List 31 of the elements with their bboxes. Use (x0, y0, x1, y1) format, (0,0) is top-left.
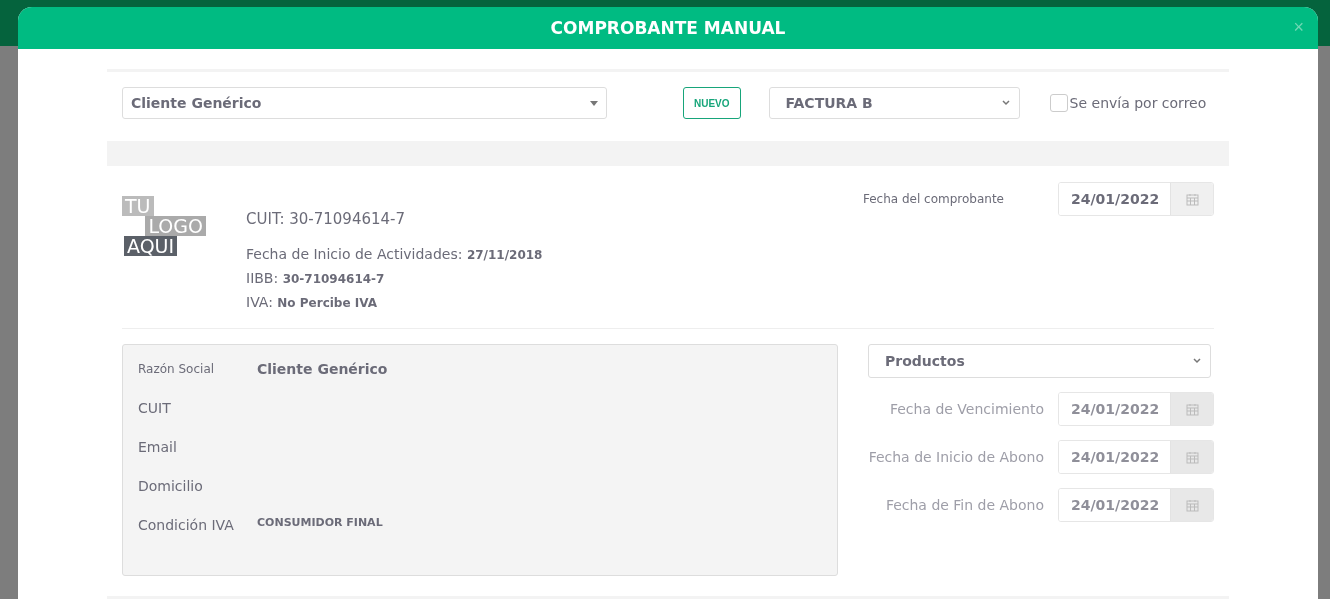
issuer-info: CUIT: 30-71094614-7 (246, 210, 407, 228)
calendar-icon (1185, 402, 1199, 416)
issuer-info: IIBB: 30-71094614-7 (246, 270, 386, 286)
date-label: Fecha de Fin de Abono (885, 497, 1044, 513)
checkbox-label: Se envía por correo (1069, 95, 1207, 111)
date-field[interactable]: 24/01/2022 (1058, 182, 1214, 216)
date-label: Fecha de Vencimiento (889, 401, 1044, 417)
chevron-icon (1192, 356, 1202, 366)
caret-icon (590, 100, 598, 106)
modal-title: COMPROBANTE MANUAL (550, 18, 786, 38)
client-label: Domicilio (138, 477, 204, 496)
client-label: Email (138, 438, 178, 457)
client-label: Razón Social (138, 361, 216, 378)
date-label: Fecha del comprobante (862, 192, 1004, 206)
voucher-type-select[interactable]: FACTURA B (768, 87, 1020, 119)
checkbox[interactable] (1049, 94, 1068, 112)
date-label: Fecha de Inicio de Abono (868, 449, 1044, 465)
client-select[interactable]: Cliente Genérico (122, 87, 607, 119)
client-label: CUIT (138, 399, 172, 418)
client-label: Condición IVA (138, 516, 235, 535)
calendar-icon (1185, 498, 1199, 512)
calendar-icon (1185, 192, 1199, 206)
client-value: Cliente Genérico (257, 360, 388, 379)
issuer-info: Fecha de Inicio de Actividades: 27/11/2018 (246, 246, 543, 262)
concept-select[interactable]: Productos (868, 344, 1211, 378)
new-button[interactable]: NUEVO (683, 87, 741, 119)
logo: TU LOGO AQUI (122, 196, 206, 256)
chevron-icon (1000, 98, 1011, 108)
calendar-icon (1185, 450, 1199, 464)
issuer-info: IVA: No Percibe IVA (246, 294, 378, 310)
client-value: CONSUMIDOR FINAL (257, 515, 383, 530)
